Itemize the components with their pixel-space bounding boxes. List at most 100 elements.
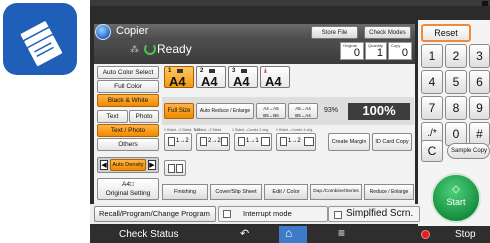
tray-icon	[177, 69, 183, 73]
key-4[interactable]: 4	[421, 70, 443, 94]
check-modes-button[interactable]: Check Modes	[364, 26, 411, 39]
back-icon[interactable]: ↶	[240, 227, 249, 240]
preset-enlarge-button[interactable]: A5→A4 B5→A4	[288, 103, 318, 119]
tab-finishing[interactable]: Finishing	[162, 184, 208, 200]
key-1[interactable]: 1	[421, 44, 443, 68]
counter-value: 0	[353, 47, 360, 59]
screen: Copier Store File Check Modes ⁂ Ready Or…	[0, 0, 490, 243]
key-7[interactable]: 7	[421, 96, 443, 120]
interrupt-label: Interrupt mode	[243, 209, 292, 218]
key-8[interactable]: 8	[445, 96, 467, 120]
interrupt-checkbox	[223, 210, 231, 218]
page-icon	[221, 137, 228, 146]
page-icon	[176, 164, 183, 173]
quantity-counter: Quantity 1	[365, 42, 387, 60]
start-button[interactable]: ◇ Start	[431, 173, 481, 223]
auto-density-button[interactable]: Auto Density	[110, 159, 146, 171]
page-icon	[238, 137, 245, 146]
key-2[interactable]: 2	[445, 44, 467, 68]
reproduction-ratio[interactable]: 100%	[348, 103, 410, 120]
status-text: Ready	[157, 42, 192, 56]
simplified-checkbox	[334, 211, 342, 219]
duplex-icon-label: 1→1	[246, 138, 259, 144]
copy-counter: Copy 0	[388, 42, 412, 60]
tab-reduce-enlarge[interactable]: Reduce / Enlarge	[364, 184, 414, 200]
stop-icon[interactable]	[421, 230, 430, 239]
key-3[interactable]: 3	[469, 44, 490, 68]
original-size-value: A4□	[122, 181, 134, 188]
sample-copy-button[interactable]: Sample Copy	[447, 143, 490, 159]
home-highlight	[279, 226, 307, 243]
combine-caption: 1 Sided→Combi: 2 orig.	[232, 128, 270, 132]
menu-icon[interactable]: ≡	[338, 226, 345, 240]
black-white-button[interactable]: Black & White	[97, 94, 159, 107]
combine-4-originals-button[interactable]: 1→2	[276, 133, 316, 151]
key-5[interactable]: 5	[445, 70, 467, 94]
preset-ratio[interactable]: 93%	[324, 107, 338, 114]
reset-button[interactable]: Reset	[421, 24, 471, 42]
duplex-icon-label: 2→2	[208, 138, 221, 144]
preset-reduce-button[interactable]: A4→A5 B5→B6	[256, 103, 286, 119]
id-card-copy-button[interactable]: ID Card Copy	[372, 133, 412, 151]
density-darker-button[interactable]: ▶	[148, 160, 156, 170]
recall-program-button[interactable]: Recall/Program/Change Program	[94, 206, 216, 222]
full-size-button[interactable]: Full Size	[164, 103, 194, 119]
exit-icon[interactable]	[482, 1, 488, 6]
ready-icon	[144, 43, 156, 55]
clear-key[interactable]: C	[421, 140, 443, 162]
document-stack-icon[interactable]	[3, 3, 77, 75]
original-setting-label: Original Setting	[105, 190, 151, 197]
tray-2-button[interactable]: 2 A4	[196, 66, 226, 89]
store-file-button[interactable]: Store File	[311, 26, 358, 39]
create-margin-button[interactable]: Create Margin	[328, 133, 370, 151]
simplified-screen-toggle[interactable]: Simplfied Scrn.	[328, 206, 420, 222]
check-status-button[interactable]: Check Status	[119, 229, 178, 240]
copier-icon	[95, 24, 111, 40]
density-lighter-button[interactable]: ◀	[100, 160, 108, 170]
page-icon	[280, 137, 287, 146]
full-color-button[interactable]: Full Color	[97, 80, 159, 93]
text-photo-button[interactable]: Text / Photo	[97, 124, 159, 137]
tray-3-button[interactable]: 3 A4	[228, 66, 258, 89]
stop-button[interactable]: Stop	[455, 229, 476, 240]
density-control: ◀ Auto Density ▶	[97, 157, 159, 173]
tray-size: A4	[201, 74, 218, 89]
duplex-icon-label: 1→2	[176, 138, 189, 144]
tab-dup-combine-series[interactable]: Dup./Combine/Series	[310, 184, 362, 200]
custom-mode-button[interactable]	[164, 160, 186, 176]
tray-icon	[241, 69, 247, 73]
tray-size: A4	[265, 74, 282, 89]
duplex-1-2-tt-button[interactable]: 1→2	[164, 133, 192, 151]
tab-cover-slip-sheet[interactable]: Cover/Slip Sheet	[210, 184, 262, 200]
tray-icon	[209, 69, 215, 73]
counter-value: 1	[376, 47, 383, 59]
tray-1-button[interactable]: 1 A4	[164, 66, 194, 89]
mode-icon: ⁂	[130, 44, 139, 54]
auto-color-select-button[interactable]: Auto Color Select	[97, 66, 159, 79]
simplified-label: Simplfied Scrn.	[346, 208, 414, 219]
photo-button[interactable]: Photo	[129, 110, 159, 123]
interrupt-mode-toggle[interactable]: Interrupt mode	[218, 206, 328, 222]
page-icon	[200, 137, 207, 146]
home-icon[interactable]: ⌂	[285, 226, 292, 240]
text-button[interactable]: Text	[97, 110, 128, 123]
tray-size: A4	[233, 74, 250, 89]
top-bar	[90, 0, 490, 6]
auto-reduce-enlarge-button[interactable]: Auto Reduce / Enlarge	[196, 103, 254, 119]
counter-label: Copy	[391, 43, 401, 48]
tray-size: A4	[169, 74, 186, 89]
combine-caption: 1 Sided→Combi: 4 orig.	[276, 128, 314, 132]
combine-2-originals-button[interactable]: 1→1	[234, 133, 272, 151]
bypass-tray-button[interactable]: ⤓ A4	[260, 66, 290, 89]
diamond-icon: ◇	[452, 184, 460, 195]
page-icon	[261, 137, 270, 146]
duplex-icon-label: 1→2	[288, 138, 301, 144]
duplex-1-2-button[interactable]: 2→2	[196, 133, 230, 151]
key-6[interactable]: 6	[469, 70, 490, 94]
others-button[interactable]: Others	[97, 138, 159, 151]
original-setting-button[interactable]: A4□ Original Setting	[97, 178, 159, 200]
start-label: Start	[446, 197, 466, 207]
tab-edit-color[interactable]: Edit / Color	[264, 184, 308, 200]
key-9[interactable]: 9	[469, 96, 490, 120]
page-icon	[168, 137, 175, 146]
